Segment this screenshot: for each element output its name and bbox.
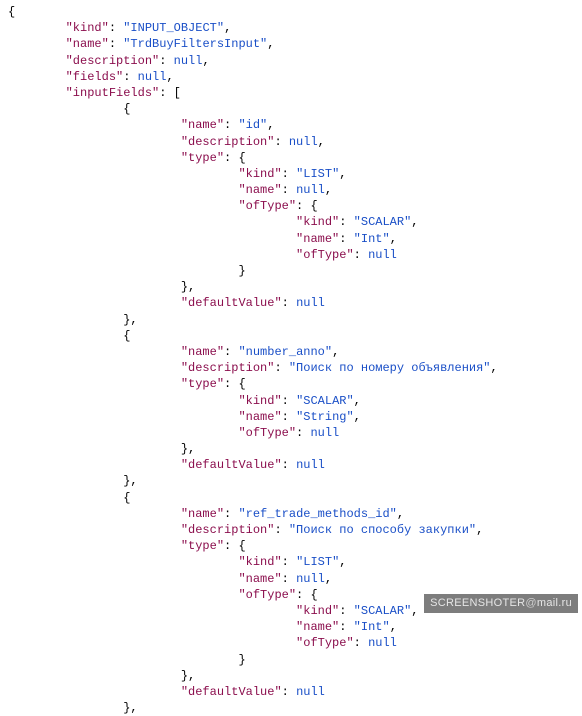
code-line: "description": null, <box>8 53 582 69</box>
code-line: "ofType": { <box>8 198 582 214</box>
code-line: "type": { <box>8 150 582 166</box>
code-line: "type": { <box>8 376 582 392</box>
code-line: "fields": null, <box>8 69 582 85</box>
code-line: "type": { <box>8 538 582 554</box>
code-line: "name": null, <box>8 571 582 587</box>
code-line: "description": null, <box>8 134 582 150</box>
code-line: "ofType": null <box>8 247 582 263</box>
watermark-suffix: mail.ru <box>537 597 572 609</box>
code-line: }, <box>8 473 582 489</box>
code-line: }, <box>8 441 582 457</box>
code-line: "name": "number_anno", <box>8 344 582 360</box>
watermark-badge: SCREENSHOTER@mail.ru <box>424 594 578 613</box>
code-line: "defaultValue": null <box>8 684 582 700</box>
code-line: "inputFields": [ <box>8 85 582 101</box>
code-line: "kind": "SCALAR", <box>8 214 582 230</box>
code-line: "ofType": null <box>8 635 582 651</box>
code-line: "name": null, <box>8 182 582 198</box>
code-line: "ofType": null <box>8 425 582 441</box>
code-line: "name": "ref_trade_methods_id", <box>8 506 582 522</box>
code-line: "kind": "LIST", <box>8 166 582 182</box>
code-line: "kind": "SCALAR", <box>8 393 582 409</box>
code-line: { <box>8 490 582 506</box>
code-line: "name": "id", <box>8 117 582 133</box>
code-line: }, <box>8 312 582 328</box>
code-line: { <box>8 101 582 117</box>
code-line: { <box>8 328 582 344</box>
watermark-prefix: SCREENSHOTER <box>430 597 525 609</box>
code-line: } <box>8 263 582 279</box>
code-line: "name": "Int", <box>8 619 582 635</box>
code-line: "name": "Int", <box>8 231 582 247</box>
code-line: "description": "Поиск по способу закупки… <box>8 522 582 538</box>
code-line: "description": "Поиск по номеру объявлен… <box>8 360 582 376</box>
code-line: } <box>8 652 582 668</box>
code-line: "kind": "INPUT_OBJECT", <box>8 20 582 36</box>
code-line: { <box>8 4 582 20</box>
code-line: "name": "String", <box>8 409 582 425</box>
code-line: "name": "TrdBuyFiltersInput", <box>8 36 582 52</box>
code-line: }, <box>8 668 582 684</box>
code-line: }, <box>8 279 582 295</box>
code-line: "defaultValue": null <box>8 457 582 473</box>
at-icon: @ <box>525 597 536 609</box>
code-line: "kind": "LIST", <box>8 554 582 570</box>
code-line: "defaultValue": null <box>8 295 582 311</box>
code-line: }, <box>8 700 582 716</box>
